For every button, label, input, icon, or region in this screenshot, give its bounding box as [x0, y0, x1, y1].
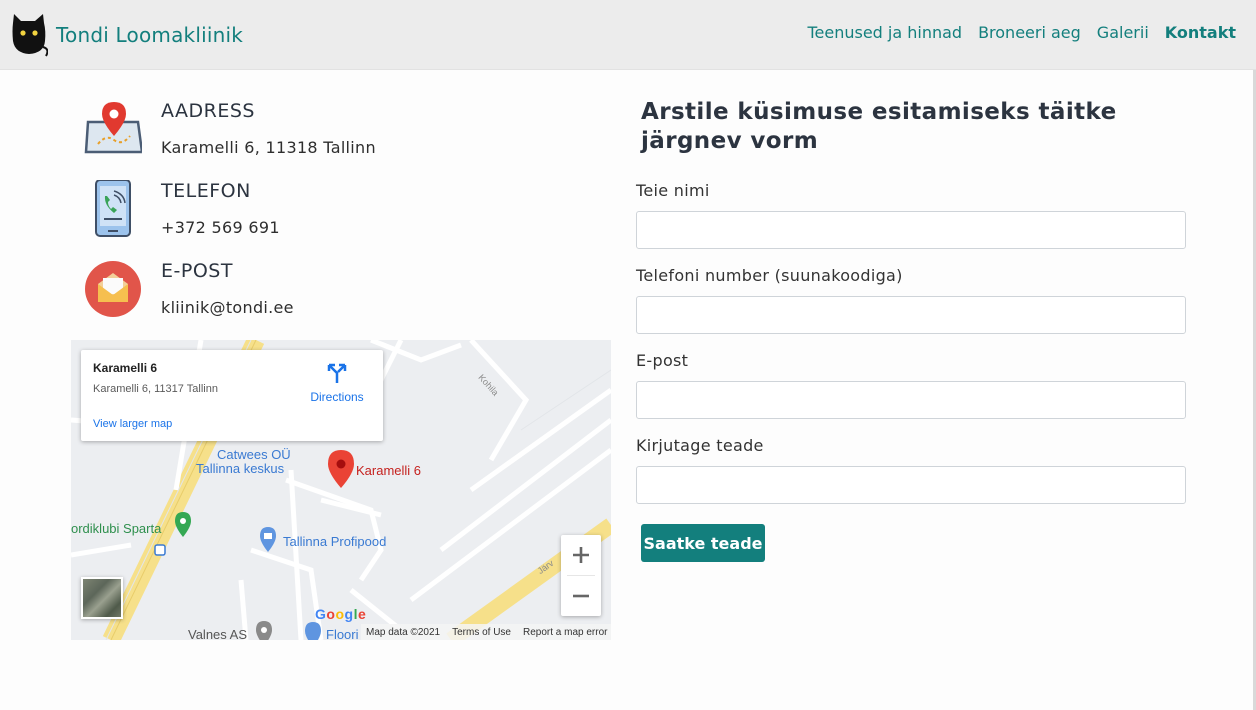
zoom-in-button[interactable]	[561, 535, 601, 575]
phone-label: Telefoni number (suunakoodiga)	[636, 266, 903, 285]
navbar: Tondi Loomakliinik Teenused ja hinnad Br…	[0, 0, 1256, 70]
contact-email: E-POST kliinik@tondi.ee	[84, 260, 604, 330]
nav-item-teenused[interactable]: Teenused ja hinnad	[807, 23, 962, 42]
email-label: E-post	[636, 351, 689, 370]
zoom-control	[561, 535, 601, 616]
email-title: E-POST	[161, 260, 233, 282]
phone-icon	[95, 180, 131, 237]
view-larger-map-link[interactable]: View larger map	[93, 418, 172, 430]
map-label-sparta[interactable]: ordiklubi Sparta	[71, 521, 161, 536]
directions-label: Directions	[310, 390, 364, 404]
message-input[interactable]	[636, 466, 1186, 504]
name-input[interactable]	[636, 211, 1186, 249]
cat-logo-icon	[12, 14, 48, 57]
submit-button[interactable]: Saatke teade	[641, 524, 765, 562]
email-value[interactable]: kliinik@tondi.ee	[161, 298, 294, 317]
embedded-map[interactable]: Karamelli 6 Karamelli 6, 11317 Tallinn V…	[71, 340, 611, 640]
map-label-pin[interactable]: Karamelli 6	[356, 463, 421, 478]
map-label-valnes[interactable]: Valnes AS	[188, 627, 247, 640]
message-label: Kirjutage teade	[636, 436, 764, 455]
name-label: Teie nimi	[636, 181, 710, 200]
address-title: AADRESS	[161, 100, 255, 122]
nav-item-kontakt[interactable]: Kontakt	[1165, 23, 1236, 42]
google-logo: Google	[315, 606, 367, 622]
brand-link[interactable]: Tondi Loomakliinik	[10, 13, 243, 57]
main-nav: Teenused ja hinnad Broneeri aeg Galerii …	[791, 23, 1236, 42]
nav-item-galerii[interactable]: Galerii	[1097, 23, 1149, 42]
phone-title: TELEFON	[161, 180, 251, 202]
contact-address: AADRESS Karamelli 6, 11318 Tallinn	[84, 100, 604, 170]
form-title: Arstile küsimuse esitamiseks täitke järg…	[641, 99, 1117, 154]
phone-value: +372 569 691	[161, 218, 280, 237]
zoom-out-button[interactable]	[561, 576, 601, 616]
report-map-error-link[interactable]: Report a map error	[523, 627, 607, 638]
map-pin-icon	[84, 102, 142, 154]
directions-icon	[327, 363, 347, 383]
satellite-toggle[interactable]	[81, 577, 123, 619]
directions-button[interactable]: Directions	[307, 362, 367, 404]
nav-item-broneeri[interactable]: Broneeri aeg	[978, 23, 1081, 42]
map-attribution: Map data ©2021 Terms of Use Report a map…	[361, 624, 611, 640]
map-place-address: Karamelli 6, 11317 Tallinn	[93, 383, 218, 395]
map-label-catwees[interactable]: Catwees OÜ	[217, 447, 291, 462]
address-value: Karamelli 6, 11318 Tallinn	[161, 138, 376, 157]
terms-of-use-link[interactable]: Terms of Use	[452, 627, 511, 638]
map-data-text: Map data ©2021	[366, 626, 441, 638]
map-label-tallinna-keskus[interactable]: Tallinna keskus	[196, 461, 284, 476]
map-info-card: Karamelli 6 Karamelli 6, 11317 Tallinn V…	[81, 350, 383, 441]
contact-phone: TELEFON +372 569 691	[84, 180, 604, 250]
map-place-name: Karamelli 6	[93, 361, 158, 375]
phone-input[interactable]	[636, 296, 1186, 334]
brand-name: Tondi Loomakliinik	[56, 23, 244, 47]
map-label-profipood[interactable]: Tallinna Profipood	[283, 534, 386, 549]
map-label-floor[interactable]: Floori	[326, 627, 359, 640]
email-input[interactable]	[636, 381, 1186, 419]
mail-icon	[85, 261, 141, 317]
